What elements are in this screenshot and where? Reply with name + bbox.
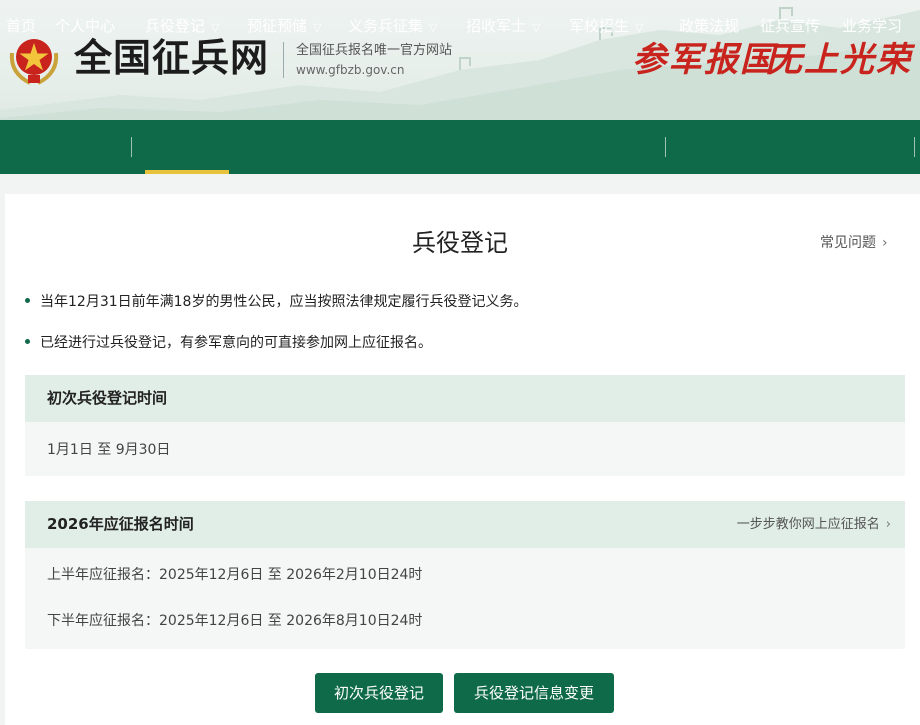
registration-info-change-button[interactable]: 兵役登记信息变更: [454, 673, 614, 713]
panel-header: 初次兵役登记时间: [25, 375, 905, 422]
nav-active-indicator: [145, 170, 229, 174]
nav-item-military-academy[interactable]: 军校招生 ▽: [569, 0, 643, 54]
nav-divider: [131, 137, 132, 157]
chevron-down-icon: ▽: [635, 21, 644, 34]
chevron-down-icon: ▽: [211, 21, 220, 34]
online-application-guide-link[interactable]: 一步步教你网上应征报名 ›: [737, 516, 891, 534]
nav-item-military-registration[interactable]: 兵役登记 ▽: [145, 0, 219, 54]
nav-item-pre-recruitment[interactable]: 预征预储 ▽: [247, 0, 321, 54]
enlistment-application-panel: 2026年应征报名时间 一步步教你网上应征报名 › 上半年应征报名：2025年12…: [25, 501, 905, 649]
main-nav: [0, 120, 920, 174]
chevron-right-icon: ›: [885, 517, 891, 532]
panel-row: 上半年应征报名：2025年12月6日 至 2026年2月10日24时: [47, 567, 423, 583]
nav-item-nco-recruitment[interactable]: 招收军士 ▽: [466, 0, 540, 54]
panel-title: 初次兵役登记时间: [47, 389, 168, 407]
list-item: 已经进行过兵役登记，有参军意向的可直接参加网上应征报名。: [25, 333, 432, 353]
bullet-dot-icon: [25, 338, 30, 344]
chevron-right-icon: ›: [882, 235, 888, 251]
panel-header: 2026年应征报名时间 一步步教你网上应征报名 ›: [25, 501, 905, 548]
nav-item-conscription[interactable]: 义务兵征集 ▽: [348, 0, 437, 54]
bullet-dot-icon: [25, 297, 30, 303]
chevron-down-icon: ▽: [313, 21, 322, 34]
chevron-down-icon: ▽: [532, 21, 541, 34]
list-item: 当年12月31日前年满18岁的男性公民，应当按照法律规定履行兵役登记义务。: [25, 292, 527, 312]
first-registration-button[interactable]: 初次兵役登记: [315, 673, 443, 713]
initial-registration-panel: 初次兵役登记时间 1月1日 至 9月30日: [25, 375, 905, 476]
panel-title: 2026年应征报名时间: [47, 515, 194, 533]
nav-item-personal-center[interactable]: 个人中心: [55, 0, 115, 54]
faq-link[interactable]: 常见问题 ›: [820, 233, 888, 253]
nav-item-study[interactable]: 业务学习: [842, 0, 902, 54]
nav-item-home[interactable]: 首页: [6, 0, 36, 54]
panel-row: 下半年应征报名：2025年12月6日 至 2026年8月10日24时: [47, 613, 423, 629]
nav-divider: [914, 137, 915, 157]
nav-item-publicity[interactable]: 征兵宣传: [760, 0, 820, 54]
nav-item-policy[interactable]: 政策法规: [679, 0, 739, 54]
panel-row: 1月1日 至 9月30日: [47, 442, 171, 458]
chevron-down-icon: ▽: [429, 21, 438, 34]
nav-divider: [665, 137, 666, 157]
page-title: 兵役登记: [412, 229, 508, 257]
site-url: www.gfbzb.gov.cn: [296, 63, 405, 77]
